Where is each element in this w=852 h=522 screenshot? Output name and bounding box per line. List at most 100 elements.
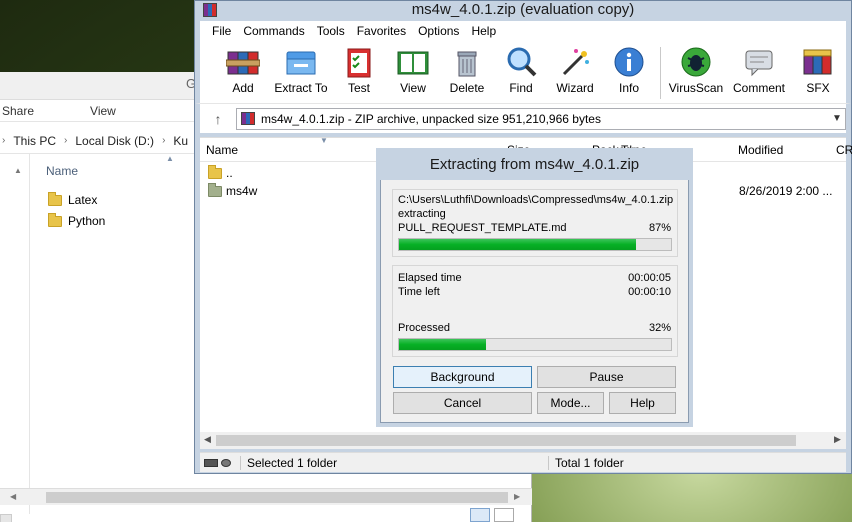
up-arrow-icon[interactable]: ↑ (200, 111, 236, 127)
breadcrumb-this-pc[interactable]: This PC (13, 134, 56, 148)
sort-down-icon: ▼ (320, 136, 328, 145)
virusscan-button[interactable]: VirusScan (665, 41, 727, 95)
column-header-modified[interactable]: Modified (738, 143, 783, 157)
list-item[interactable]: Python (48, 212, 106, 228)
cancel-button[interactable]: Cancel (393, 392, 532, 414)
menu-tools[interactable]: Tools (311, 24, 351, 38)
extract-progress-dialog: Extracting from ms4w_4.0.1.zip C:\Users\… (380, 152, 689, 423)
list-item[interactable]: Latex (48, 191, 98, 207)
menu-help[interactable]: Help (465, 24, 502, 38)
details-view-icon[interactable] (470, 508, 490, 522)
folder-up-icon (208, 164, 222, 179)
comment-button[interactable]: Comment (727, 41, 791, 95)
view-button[interactable]: View (386, 41, 440, 95)
breadcrumb-local-disk[interactable]: Local Disk (D:) (75, 134, 154, 148)
info-icon (611, 45, 647, 79)
file-percent: 87% (648, 222, 671, 234)
archive-path-bar: ↑ ms4w_4.0.1.zip - ZIP archive, unpacked… (195, 103, 851, 133)
folder-name: Latex (68, 193, 98, 207)
large-icons-view-icon[interactable] (494, 508, 514, 522)
scroll-up-icon[interactable]: ▲ (14, 166, 22, 175)
chevron-down-icon[interactable]: ▼ (829, 113, 845, 124)
explorer-horizontal-scrollbar[interactable]: ◀ ▶ (0, 488, 532, 505)
table-row[interactable]: .. (208, 164, 233, 182)
nav-scroll-thumb[interactable] (0, 514, 12, 522)
delete-button[interactable]: Delete (440, 41, 494, 95)
folder-icon (208, 182, 222, 197)
scroll-left-icon[interactable]: ◀ (204, 434, 211, 445)
zip-archive-icon (241, 112, 255, 125)
time-left-value: 00:00:10 (628, 286, 671, 298)
scroll-right-icon[interactable]: ▶ (834, 434, 841, 445)
add-button[interactable]: Add (216, 41, 270, 95)
test-button[interactable]: Test (332, 41, 386, 95)
progress-fill (399, 339, 487, 350)
row-name: ms4w (226, 184, 258, 198)
chevron-right-icon: › (2, 135, 6, 146)
action-text: extracting (398, 208, 446, 220)
folder-name: Python (68, 214, 106, 228)
menu-bar: File Commands Tools Favorites Options He… (195, 21, 851, 41)
comment-icon (741, 45, 777, 79)
menu-file[interactable]: File (206, 24, 237, 38)
toolbar: Add Extract To Test View Delete Find Wiz… (195, 41, 851, 103)
window-controls (763, 1, 851, 21)
processed-percent: 32% (648, 322, 671, 334)
info-button[interactable]: Info (602, 41, 656, 95)
window-title: ms4w_4.0.1.zip (evaluation copy) (411, 1, 635, 18)
bug-icon (678, 45, 714, 79)
background-button[interactable]: Background (393, 366, 532, 388)
elapsed-value: 00:00:05 (628, 272, 671, 284)
column-header-name[interactable]: Name (46, 164, 78, 178)
drive-status-icon[interactable] (200, 458, 240, 467)
mode-button[interactable]: Mode... (537, 392, 604, 414)
processed-label: Processed (398, 322, 450, 334)
extract-to-button[interactable]: Extract To (270, 41, 332, 95)
elapsed-label: Elapsed time (398, 272, 462, 284)
sfx-button[interactable]: SFX (791, 41, 845, 95)
archive-path-text: ms4w_4.0.1.zip - ZIP archive, unpacked s… (261, 111, 601, 126)
table-row[interactable]: ms4w (208, 182, 257, 200)
ribbon-tab-share[interactable]: Share (0, 104, 36, 118)
book-view-icon (395, 45, 431, 79)
row-modified: 8/26/2019 2:00 ... (739, 184, 833, 198)
trash-icon (449, 45, 485, 79)
column-header-name[interactable]: Name (206, 143, 238, 157)
row-name: .. (226, 166, 233, 180)
find-button[interactable]: Find (494, 41, 548, 95)
scroll-right-icon[interactable]: ▶ (514, 492, 520, 501)
archive-path-field[interactable]: ms4w_4.0.1.zip - ZIP archive, unpacked s… (236, 107, 846, 130)
folder-icon (48, 212, 62, 227)
total-progress-bar (398, 338, 672, 351)
file-progress-bar (398, 238, 672, 251)
current-file-name: PULL_REQUEST_TEMPLATE.md (398, 222, 567, 234)
file-list-horizontal-scrollbar[interactable]: ◀ ▶ (200, 432, 846, 449)
ribbon-tab-view[interactable]: View (88, 104, 118, 118)
chevron-right-icon: › (162, 135, 166, 146)
explorer-nav-pane: ▲ (0, 154, 30, 522)
menu-favorites[interactable]: Favorites (351, 24, 412, 38)
menu-commands[interactable]: Commands (237, 24, 310, 38)
breadcrumb-ku[interactable]: Ku (173, 134, 188, 148)
explorer-view-toggles (470, 508, 532, 522)
dialog-title: Extracting from ms4w_4.0.1.zip (380, 152, 689, 180)
toolbar-separator (660, 47, 661, 99)
column-header-crc[interactable]: CR (836, 143, 852, 157)
folder-icon (48, 191, 62, 206)
magic-wand-icon (557, 45, 593, 79)
pause-button[interactable]: Pause (537, 366, 676, 388)
magnifier-icon (503, 45, 539, 79)
scroll-left-icon[interactable]: ◀ (10, 492, 16, 501)
time-progress-panel: Elapsed time 00:00:05 Time left 00:00:10… (392, 265, 678, 357)
sort-up-icon: ▲ (166, 154, 174, 163)
current-file-panel: C:\Users\Luthfi\Downloads\Compressed\ms4… (392, 189, 678, 257)
scroll-thumb[interactable] (46, 492, 508, 503)
wizard-button[interactable]: Wizard (548, 41, 602, 95)
scroll-thumb[interactable] (216, 435, 796, 446)
sfx-box-icon (800, 45, 836, 79)
status-total: Total 1 folder (548, 455, 624, 470)
menu-options[interactable]: Options (412, 24, 465, 38)
time-left-label: Time left (398, 286, 440, 298)
extract-folder-icon (283, 45, 319, 79)
help-button[interactable]: Help (609, 392, 676, 414)
